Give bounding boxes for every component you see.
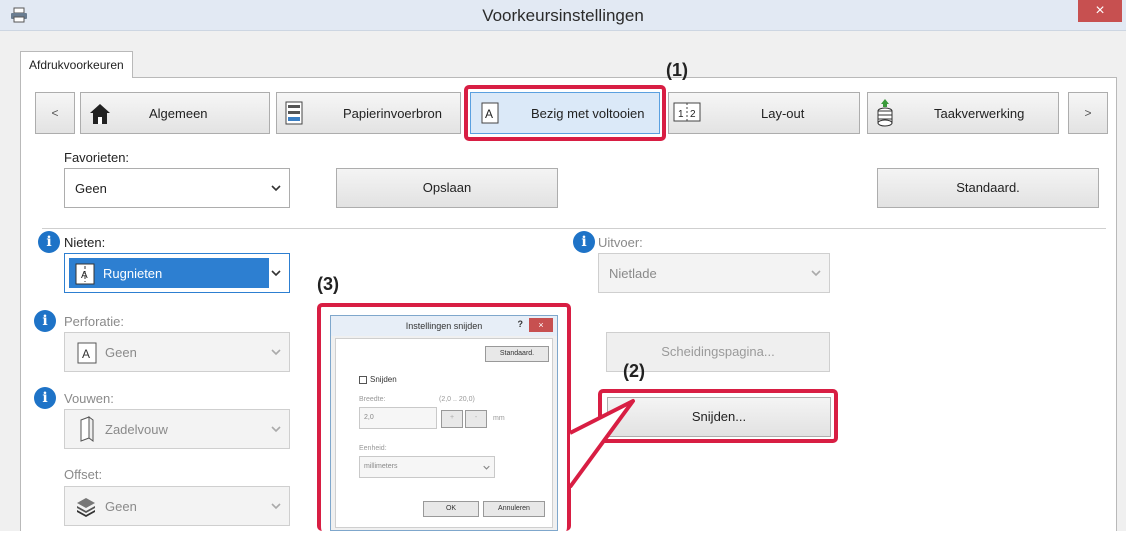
chevron-down-icon — [271, 426, 281, 433]
offset-select: Geen — [64, 486, 290, 526]
svg-text:1: 1 — [678, 109, 684, 120]
nav-general-button[interactable]: Algemeen — [80, 92, 270, 134]
output-select: Nietlade — [598, 253, 830, 293]
favorites-select[interactable]: Geen — [64, 168, 290, 208]
info-icon[interactable]: i — [38, 231, 60, 253]
svg-text:2: 2 — [690, 109, 696, 120]
chevron-down-icon — [271, 503, 281, 510]
selection-highlight — [69, 258, 269, 288]
callout-label-2: (2) — [623, 361, 645, 381]
callout-box-3 — [317, 303, 571, 531]
offset-label: Offset: — [64, 467, 103, 482]
callout-label-1: (1) — [666, 60, 688, 80]
fold-select: Zadelvouw — [64, 409, 290, 449]
chevron-down-icon — [271, 270, 281, 277]
stapling-select[interactable]: A Rugnieten — [64, 253, 290, 293]
offset-stack-icon — [77, 498, 95, 517]
punch-icon: A — [77, 342, 97, 364]
chevron-down-icon — [271, 349, 281, 356]
info-icon[interactable]: i — [34, 310, 56, 332]
tab-print-preferences[interactable]: Afdrukvoorkeuren — [20, 51, 133, 78]
svg-text:A: A — [82, 347, 90, 361]
job-stack-icon — [877, 99, 893, 127]
chevron-down-icon — [811, 270, 821, 277]
svg-text:A: A — [81, 270, 88, 281]
nav-paper-source-button[interactable]: Papierinvoerbron — [276, 92, 461, 134]
saddle-stitch-icon: A — [75, 263, 95, 285]
nav-layout-button[interactable]: 12 Lay-out — [668, 92, 860, 134]
nav-label: Lay-out — [761, 106, 805, 121]
punch-label: Perforatie: — [64, 314, 124, 329]
layout-icon: 12 — [673, 102, 701, 122]
nav-label: Algemeen — [149, 106, 208, 121]
callout-pointer — [568, 399, 635, 489]
paper-tray-icon — [285, 101, 303, 125]
nav-next-button[interactable]: > — [1068, 92, 1108, 134]
window-title: Voorkeursinstellingen — [482, 6, 644, 25]
close-button[interactable]: × — [1078, 0, 1122, 22]
output-label: Uitvoer: — [598, 235, 643, 250]
nav-job-handling-button[interactable]: Taakverwerking — [867, 92, 1059, 134]
stapling-value: Rugnieten — [103, 266, 163, 281]
info-icon[interactable]: i — [34, 387, 56, 409]
default-button[interactable]: Standaard. — [877, 168, 1099, 208]
punch-value: Geen — [105, 345, 137, 360]
nav-label: Papierinvoerbron — [343, 106, 443, 121]
divider — [42, 228, 1106, 229]
fold-label: Vouwen: — [64, 391, 114, 406]
output-value: Nietlade — [609, 266, 657, 281]
favorites-value: Geen — [75, 181, 107, 196]
callout-label-3: (3) — [317, 274, 339, 294]
chevron-down-icon — [271, 185, 281, 192]
saddle-fold-icon — [80, 416, 94, 442]
punch-select: A Geen — [64, 332, 290, 372]
nav-prev-button[interactable]: < — [35, 92, 75, 134]
fold-value: Zadelvouw — [105, 422, 168, 437]
home-icon — [90, 104, 110, 124]
nav-label: Taakverwerking — [934, 106, 1025, 121]
callout-box-1 — [464, 85, 666, 141]
info-icon[interactable]: i — [573, 231, 595, 253]
offset-value: Geen — [105, 499, 137, 514]
title-bar: Voorkeursinstellingen × — [0, 0, 1126, 31]
save-button[interactable]: Opslaan — [336, 168, 558, 208]
favorites-label: Favorieten: — [64, 150, 130, 165]
stapling-label: Nieten: — [64, 235, 106, 250]
